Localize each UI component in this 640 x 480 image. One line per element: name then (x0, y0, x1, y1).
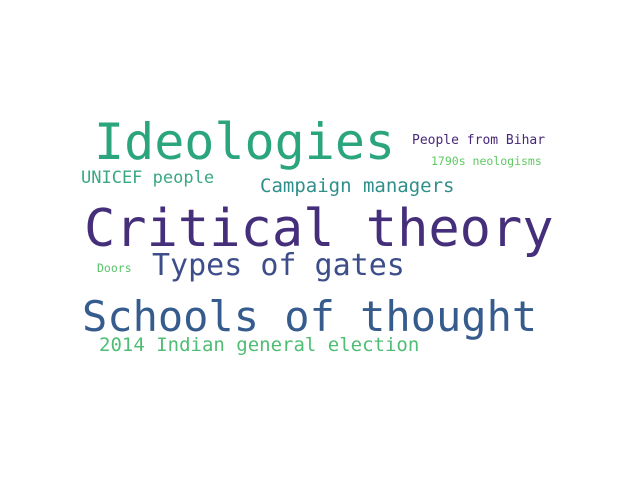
word-unicef-people: UNICEF people (81, 168, 215, 188)
word-ideologies: Ideologies (94, 113, 396, 171)
word-1790s-neologisms: 1790s neologisms (431, 154, 542, 168)
word-indian-election: 2014 Indian general election (99, 334, 420, 356)
word-campaign-managers: Campaign managers (260, 175, 455, 197)
word-schools-of-thought: Schools of thought (82, 292, 538, 341)
word-types-of-gates: Types of gates (152, 248, 405, 283)
word-cloud: Critical theory Ideologies Schools of th… (0, 0, 640, 480)
word-people-from-bihar: People from Bihar (412, 133, 546, 148)
word-doors: Doors (97, 261, 132, 275)
